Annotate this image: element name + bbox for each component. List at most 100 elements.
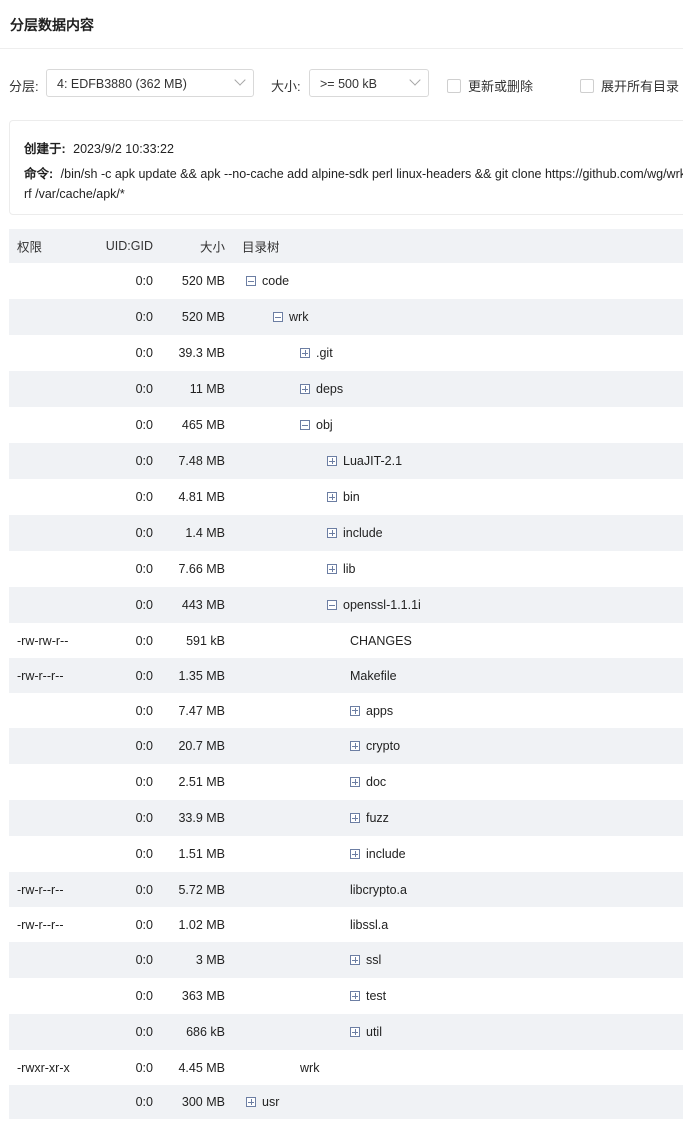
row-uid-gid: 0:0 (135, 418, 153, 432)
table-row[interactable]: 0:0 11 MB deps (9, 371, 683, 407)
row-uid-gid: 0:0 (135, 847, 153, 861)
expand-icon[interactable] (350, 1027, 360, 1037)
created-value: 2023/9/2 10:33:22 (73, 142, 174, 156)
tree-node: lib (327, 562, 356, 576)
row-uid-gid: 0:0 (135, 274, 153, 288)
tree-node-name: LuaJIT-2.1 (343, 454, 403, 468)
row-size: 2.51 MB (178, 775, 225, 789)
table-row[interactable]: 0:0 1.4 MB include (9, 515, 683, 551)
checkbox-box[interactable] (447, 79, 461, 93)
row-size: 443 MB (181, 598, 225, 612)
tree-node-name: .git (316, 346, 333, 360)
tree-node-name: fuzz (366, 811, 389, 825)
tree-node-name: libssl.a (350, 917, 389, 932)
expand-icon[interactable] (327, 456, 337, 466)
table-row[interactable]: 0:0 1.51 MB include (9, 836, 683, 872)
row-uid-gid: 0:0 (135, 310, 153, 324)
collapse-icon[interactable] (300, 420, 310, 430)
row-size: 20.7 MB (178, 739, 225, 753)
changed-checkbox[interactable]: 更新或删除 (447, 76, 533, 95)
expand-icon[interactable] (350, 991, 360, 1001)
collapse-icon[interactable] (246, 276, 256, 286)
tree-node-name: code (262, 274, 290, 288)
table-row[interactable]: -rw-r--r-- 0:0 1.35 MB Makefile (9, 658, 683, 693)
tree-node: libcrypto.a (350, 883, 407, 897)
created-label: 创建于: (24, 142, 66, 156)
table-row[interactable]: 0:0 20.7 MB crypto (9, 728, 683, 764)
table-row[interactable]: 0:0 4.81 MB bin (9, 479, 683, 515)
tree-node-name: include (343, 526, 383, 540)
row-uid-gid: 0:0 (135, 811, 153, 825)
table-row[interactable]: 0:0 520 MB wrk (9, 299, 683, 335)
row-uid-gid: 0:0 (135, 917, 153, 932)
table-row[interactable]: 0:0 2.51 MB doc (9, 764, 683, 800)
tree-node: openssl-1.1.1i (327, 598, 421, 612)
expand-icon[interactable] (350, 955, 360, 965)
tree-node: CHANGES (350, 634, 412, 648)
layer-content-table: 权限 UID:GID 大小 目录树 0:0 520 MB code 0:0 520 MB… (9, 229, 683, 1119)
layer-select-value: 4: EDFB3880 (362 MB) (57, 77, 187, 91)
size-select[interactable]: >= 500 kB (309, 69, 429, 97)
table-row[interactable]: 0:0 443 MB openssl-1.1.1i (9, 587, 683, 623)
tree-node: usr (246, 1095, 279, 1109)
row-size: 11 MB (189, 382, 225, 396)
expand-icon[interactable] (300, 384, 310, 394)
table-row[interactable]: -rw-r--r-- 0:0 1.02 MB libssl.a (9, 907, 683, 942)
table-header: 权限 UID:GID 大小 目录树 (9, 229, 683, 263)
command-value: /bin/sh -c apk update && apk --no-cache … (60, 167, 683, 181)
table-row[interactable]: 0:0 3 MB ssl (9, 942, 683, 978)
tree-node-name: lib (343, 562, 356, 576)
table-row[interactable]: -rwxr-xr-x 0:0 4.45 MB wrk (9, 1050, 683, 1085)
expand-icon[interactable] (350, 777, 360, 787)
expand-icon[interactable] (327, 528, 337, 538)
collapse-icon[interactable] (273, 312, 283, 322)
tree-node-name: test (366, 989, 387, 1003)
row-uid-gid: 0:0 (135, 1025, 153, 1039)
table-row[interactable]: 0:0 686 kB util (9, 1014, 683, 1050)
table-row[interactable]: 0:0 465 MB obj (9, 407, 683, 443)
layer-info-card: 创建于: 2023/9/2 10:33:22 命令: /bin/sh -c ap… (9, 120, 683, 215)
row-size: 4.81 MB (178, 490, 225, 504)
expand-icon[interactable] (246, 1097, 256, 1107)
table-body: 0:0 520 MB code 0:0 520 MB wrk 0:0 39.3 MB .git 0… (9, 263, 683, 1119)
table-row[interactable]: 0:0 7.48 MB LuaJIT-2.1 (9, 443, 683, 479)
expand-icon[interactable] (300, 348, 310, 358)
layer-select[interactable]: 4: EDFB3880 (362 MB) (46, 69, 254, 97)
table-row[interactable]: -rw-r--r-- 0:0 5.72 MB libcrypto.a (9, 872, 683, 907)
table-row[interactable]: 0:0 39.3 MB .git (9, 335, 683, 371)
tree-node-name: ssl (366, 953, 382, 967)
expand-all-checkbox[interactable]: 展开所有目录 (580, 76, 679, 95)
collapse-icon[interactable] (327, 600, 337, 610)
header-size: 大小 (199, 240, 225, 255)
expand-icon[interactable] (350, 813, 360, 823)
tree-node: include (327, 526, 383, 540)
tree-node-name: Makefile (350, 668, 397, 683)
row-uid-gid: 0:0 (135, 703, 153, 718)
table-row[interactable]: 0:0 363 MB test (9, 978, 683, 1014)
expand-icon[interactable] (327, 492, 337, 502)
checkbox-box[interactable] (580, 79, 594, 93)
table-row[interactable]: 0:0 7.47 MB apps (9, 693, 683, 728)
row-uid-gid: 0:0 (135, 526, 153, 540)
tree-node-name: bin (343, 490, 360, 504)
table-row[interactable]: 0:0 33.9 MB fuzz (9, 800, 683, 836)
row-size: 300 MB (181, 1095, 225, 1109)
table-row[interactable]: -rw-rw-r-- 0:0 591 kB CHANGES (9, 623, 683, 658)
row-size: 4.45 MB (178, 1060, 225, 1075)
tree-node: crypto (350, 739, 400, 753)
expand-icon[interactable] (350, 849, 360, 859)
row-uid-gid: 0:0 (135, 739, 153, 753)
row-size: 591 kB (186, 633, 225, 648)
table-row[interactable]: 0:0 520 MB code (9, 263, 683, 299)
expand-icon[interactable] (327, 564, 337, 574)
row-size: 3 MB (195, 953, 225, 967)
table-row[interactable]: 0:0 300 MB usr (9, 1085, 683, 1119)
expand-icon[interactable] (350, 705, 360, 716)
row-size: 7.66 MB (178, 562, 225, 576)
command-row: 命令: /bin/sh -c apk update && apk --no-ca… (24, 164, 683, 204)
tree-node: apps (350, 704, 393, 718)
row-uid-gid: 0:0 (135, 633, 153, 648)
expand-icon[interactable] (350, 741, 360, 751)
tree-node-name: wrk (300, 1060, 320, 1075)
table-row[interactable]: 0:0 7.66 MB lib (9, 551, 683, 587)
